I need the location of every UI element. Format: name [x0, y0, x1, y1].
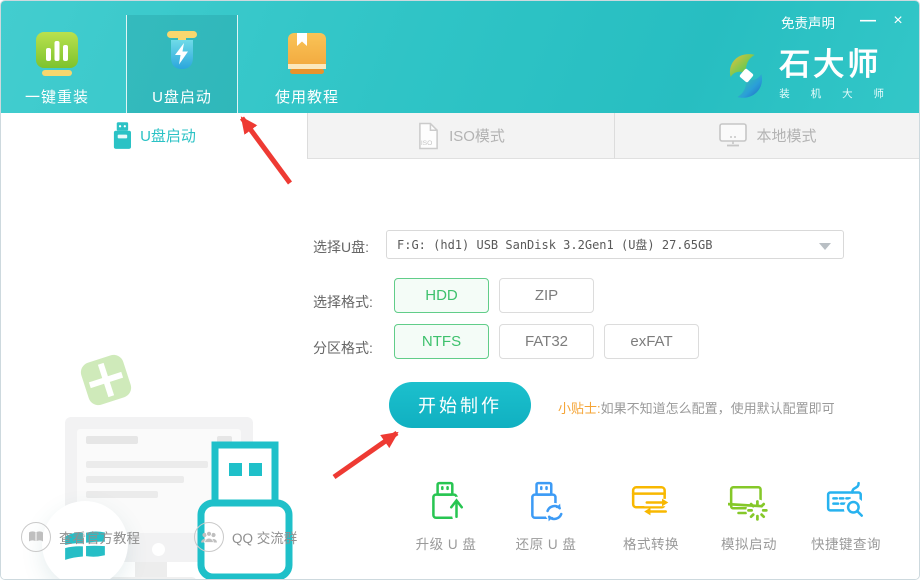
start-create-button[interactable]: 开始制作	[389, 382, 531, 428]
tool-label: 模拟启动	[721, 533, 777, 553]
close-button[interactable]: ×	[885, 9, 911, 33]
main-tab-bar: 一键重装 U盘启动	[1, 15, 363, 113]
subtab-local-mode[interactable]: 本地模式	[614, 113, 920, 159]
tool-restore-usb[interactable]: 还原 U 盘	[498, 471, 594, 553]
mode-tab-bar: U盘启动 ISO ISO模式 本地模式	[1, 113, 920, 159]
iso-icon-text: ISO	[421, 140, 433, 147]
tab-one-key-reinstall[interactable]: 一键重装	[1, 15, 113, 113]
main-content: 选择U盘: F:G: (hd1) USB SanDisk 3.2Gen1 (U盘…	[1, 159, 920, 580]
header: 一键重装 U盘启动	[1, 1, 920, 113]
usb-select-label: 选择U盘:	[313, 237, 369, 257]
simulate-boot-icon	[728, 471, 770, 523]
partition-option-exfat[interactable]: exFAT	[604, 324, 699, 359]
tool-label: 升级 U 盘	[416, 533, 477, 553]
format-select-label: 选择格式:	[313, 292, 373, 312]
tip-label: 小贴士:	[558, 401, 601, 416]
iso-file-icon: ISO	[417, 122, 440, 150]
subtab-iso-mode[interactable]: ISO ISO模式	[307, 113, 614, 159]
partition-select-label: 分区格式:	[313, 338, 373, 358]
tool-simulate-boot[interactable]: 模拟启动	[701, 471, 797, 553]
subtab-usb-boot[interactable]: U盘启动	[1, 113, 307, 159]
tool-format-convert[interactable]: 格式转换	[603, 471, 699, 553]
subtab-label: U盘启动	[140, 125, 196, 146]
chevron-down-icon	[819, 243, 831, 250]
usb-selected-value: F:G: (hd1) USB SanDisk 3.2Gen1 (U盘) 27.6…	[387, 236, 712, 253]
official-tutorial-link[interactable]: 查看官方教程	[21, 522, 140, 552]
usb-stick-icon	[112, 122, 131, 150]
qq-group-link[interactable]: QQ 交流群	[194, 522, 297, 552]
disclaimer-link[interactable]: 免责声明	[781, 12, 835, 32]
group-circle-icon	[194, 522, 224, 552]
brand-tagline: 装 机 大 师	[779, 86, 893, 101]
format-option-zip[interactable]: ZIP	[499, 278, 594, 313]
partition-option-fat32[interactable]: FAT32	[499, 324, 594, 359]
tool-upgrade-usb[interactable]: 升级 U 盘	[398, 471, 494, 553]
partition-option-ntfs[interactable]: NTFS	[394, 324, 489, 359]
windows-tile-icon	[77, 351, 135, 409]
tool-label: 还原 U 盘	[516, 533, 577, 553]
minimize-button[interactable]: —	[855, 9, 881, 33]
usb-plug-illustration	[191, 439, 303, 580]
tab-label: 使用教程	[275, 86, 339, 107]
usb-restore-icon	[526, 471, 566, 523]
brand-logo: 石大师 装 机 大 师	[723, 47, 893, 103]
tip-text: 小贴士:如果不知道怎么配置，使用默认配置即可	[558, 398, 835, 417]
link-label: QQ 交流群	[232, 527, 297, 547]
tab-label: 一键重装	[25, 86, 89, 107]
tab-usb-boot[interactable]: U盘启动	[126, 15, 238, 113]
tab-tutorial[interactable]: 使用教程	[251, 15, 363, 113]
app-window: 一键重装 U盘启动	[0, 0, 920, 580]
book-icon	[283, 29, 331, 77]
usb-upgrade-icon	[426, 471, 466, 523]
tool-hotkey-query[interactable]: 快捷键查询	[798, 471, 894, 553]
tool-label: 快捷键查询	[811, 533, 881, 553]
tab-label: U盘启动	[152, 86, 212, 107]
book-circle-icon	[21, 522, 51, 552]
format-convert-icon	[630, 471, 672, 523]
brand-name: 石大师	[779, 47, 893, 83]
chart-icon	[33, 29, 81, 77]
subtab-label: 本地模式	[756, 125, 816, 146]
subtab-label: ISO模式	[449, 125, 505, 146]
hotkey-search-icon	[825, 471, 867, 523]
usb-select-dropdown[interactable]: F:G: (hd1) USB SanDisk 3.2Gen1 (U盘) 27.6…	[386, 230, 844, 259]
usb-shield-icon	[158, 29, 206, 77]
format-option-hdd[interactable]: HDD	[394, 278, 489, 313]
brand-mark-icon	[723, 49, 769, 103]
link-label: 查看官方教程	[59, 527, 140, 547]
monitor-icon	[719, 123, 747, 148]
tool-label: 格式转换	[623, 533, 679, 553]
